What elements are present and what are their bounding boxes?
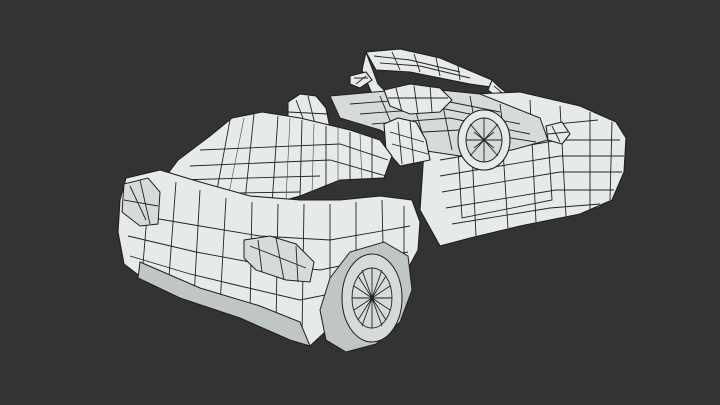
car-wireframe-model[interactable]: [0, 0, 720, 405]
3d-viewport[interactable]: [0, 0, 720, 405]
